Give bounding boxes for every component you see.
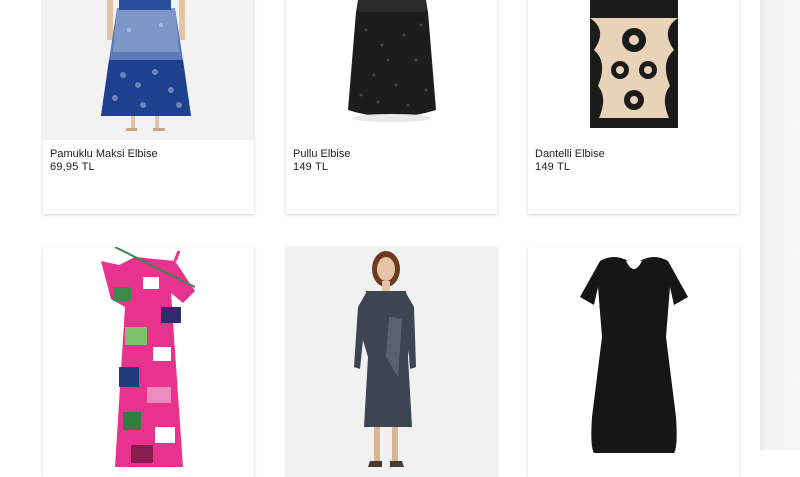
product-name[interactable]: Dantelli Elbise — [535, 148, 605, 161]
product-card[interactable] — [528, 247, 739, 477]
product-price: 149 TL — [293, 161, 329, 173]
product-card-dantelli-elbise[interactable]: Dantelli Elbise 149 TL — [528, 0, 739, 214]
product-image[interactable] — [43, 247, 254, 477]
product-image[interactable] — [286, 0, 497, 140]
product-price: 69,95 TL — [50, 161, 95, 173]
product-card[interactable] — [43, 247, 254, 477]
product-image[interactable] — [286, 247, 497, 477]
product-name[interactable]: Pamuklu Maksi Elbise — [50, 148, 158, 161]
product-card[interactable] — [286, 247, 497, 477]
product-image[interactable] — [43, 0, 254, 140]
product-price: 149 TL — [535, 161, 571, 173]
page-right-gutter — [760, 0, 800, 450]
product-image[interactable] — [528, 0, 739, 140]
product-card-pullu-elbise[interactable]: Pullu Elbise 149 TL — [286, 0, 497, 214]
product-name[interactable]: Pullu Elbise — [293, 148, 350, 161]
product-image[interactable] — [528, 247, 739, 477]
product-card-pamuklu-maksi-elbise[interactable]: Pamuklu Maksi Elbise 69,95 TL — [43, 0, 254, 214]
